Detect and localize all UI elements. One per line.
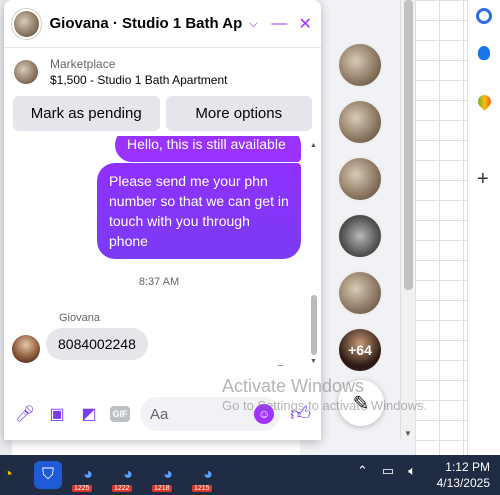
more-chats-button[interactable]: +64 bbox=[337, 327, 383, 373]
outgoing-message[interactable]: Please send me your phn number so that w… bbox=[97, 163, 301, 259]
microphone-icon[interactable]: 🎤︎ bbox=[14, 403, 36, 425]
scroll-down-arrow-icon[interactable]: ▼ bbox=[404, 429, 412, 438]
app-icon[interactable]: ◕ 1222 bbox=[112, 461, 142, 492]
sender-avatar[interactable] bbox=[12, 335, 40, 363]
system-tray: ⌃ ▭ 🔈︎ bbox=[357, 463, 416, 479]
outgoing-message[interactable]: Hello, this is still available bbox=[115, 136, 301, 162]
listing-label: Marketplace bbox=[50, 57, 116, 71]
listing-title: $1,500 - Studio 1 Bath Apartment bbox=[50, 73, 228, 87]
conversation-avatar[interactable] bbox=[12, 8, 42, 39]
chat-header: Giovana · Studio 1 Bath Ap... ⌵ — ✕ bbox=[4, 0, 321, 48]
chrome-icon[interactable]: ◔ bbox=[0, 461, 22, 489]
taskbar: ◔ ⛉ ◕ 1225 ◕ 1222 ◕ 1218 ◕ 1215 ⌃ ▭ 🔈︎ 1:12 … bbox=[0, 455, 500, 495]
minimize-icon[interactable]: — bbox=[271, 15, 287, 33]
listing-thumbnail bbox=[14, 60, 38, 84]
watermark-subtitle: Go to Settings to activate Windows. bbox=[222, 398, 428, 413]
chevron-down-icon[interactable]: ⌵ bbox=[246, 16, 262, 31]
maps-icon[interactable] bbox=[475, 92, 494, 111]
chat-head[interactable] bbox=[337, 99, 383, 145]
message-timestamp: 8:37 AM bbox=[138, 276, 180, 288]
gif-button[interactable]: GIF bbox=[110, 406, 130, 422]
scroll-down-arrow-icon[interactable]: ▼ bbox=[310, 358, 317, 365]
chat-head[interactable] bbox=[337, 42, 383, 88]
volume-muted-icon[interactable]: 🔈︎ bbox=[408, 463, 416, 479]
contacts-icon[interactable] bbox=[478, 46, 490, 60]
sticker-icon[interactable]: ◩ bbox=[78, 403, 100, 425]
chat-scrollbar[interactable]: ▲ ▼ bbox=[309, 140, 319, 365]
chat-head[interactable] bbox=[337, 213, 383, 259]
more-options-button[interactable]: More options bbox=[165, 96, 312, 131]
seen-indicator-avatar bbox=[274, 365, 287, 366]
notification-badge: 1222 bbox=[112, 485, 132, 492]
chat-heads: +64 bbox=[337, 42, 385, 384]
system-clock[interactable]: 1:12 PM 4/13/2025 bbox=[437, 459, 490, 491]
app-icon[interactable]: ◕ 1215 bbox=[192, 461, 222, 492]
app-icon[interactable]: ◕ 1225 bbox=[72, 461, 102, 492]
watermark-title: Activate Windows bbox=[222, 376, 365, 396]
page-scrollbar[interactable]: ▼ bbox=[400, 0, 415, 440]
scrollbar-thumb[interactable] bbox=[404, 0, 413, 290]
message-input-placeholder: Aa bbox=[150, 405, 169, 423]
listing-actions: Mark as pending More options bbox=[4, 96, 321, 136]
notification-badge: 1218 bbox=[152, 485, 172, 492]
notification-badge: 1225 bbox=[72, 485, 92, 492]
marketplace-listing[interactable]: Marketplace $1,500 - Studio 1 Bath Apart… bbox=[4, 48, 321, 96]
side-panel: + bbox=[467, 0, 500, 455]
app-icon[interactable]: ◕ 1218 bbox=[152, 461, 182, 492]
mark-as-pending-button[interactable]: Mark as pending bbox=[13, 96, 160, 131]
message-list: Hello, this is still available Please se… bbox=[4, 136, 321, 366]
chat-head[interactable] bbox=[337, 270, 383, 316]
photo-icon[interactable]: ▣ bbox=[46, 403, 68, 425]
clock-time: 1:12 PM bbox=[445, 460, 490, 474]
sender-name: Giovana bbox=[59, 312, 100, 324]
activation-watermark: Activate Windows Go to Settings to activ… bbox=[222, 376, 427, 413]
chat-window: Giovana · Studio 1 Bath Ap... ⌵ — ✕ Mark… bbox=[4, 0, 321, 440]
scroll-up-arrow-icon[interactable]: ▲ bbox=[310, 142, 317, 149]
incoming-message[interactable]: 8084002248 bbox=[46, 328, 148, 360]
network-icon[interactable]: ▭ bbox=[382, 463, 394, 479]
chevron-up-icon[interactable]: ⌃ bbox=[357, 463, 368, 479]
chat-head[interactable] bbox=[337, 156, 383, 202]
chat-title[interactable]: Giovana · Studio 1 Bath Ap... bbox=[49, 15, 241, 32]
tasks-icon[interactable] bbox=[476, 8, 492, 24]
clock-date: 4/13/2025 bbox=[436, 476, 490, 490]
chat-scrollbar-thumb[interactable] bbox=[311, 295, 317, 355]
close-icon[interactable]: ✕ bbox=[297, 14, 313, 34]
add-icon[interactable]: + bbox=[477, 168, 489, 191]
vpn-shield-icon[interactable]: ⛉ bbox=[34, 461, 62, 489]
notification-badge: 1215 bbox=[192, 485, 212, 492]
